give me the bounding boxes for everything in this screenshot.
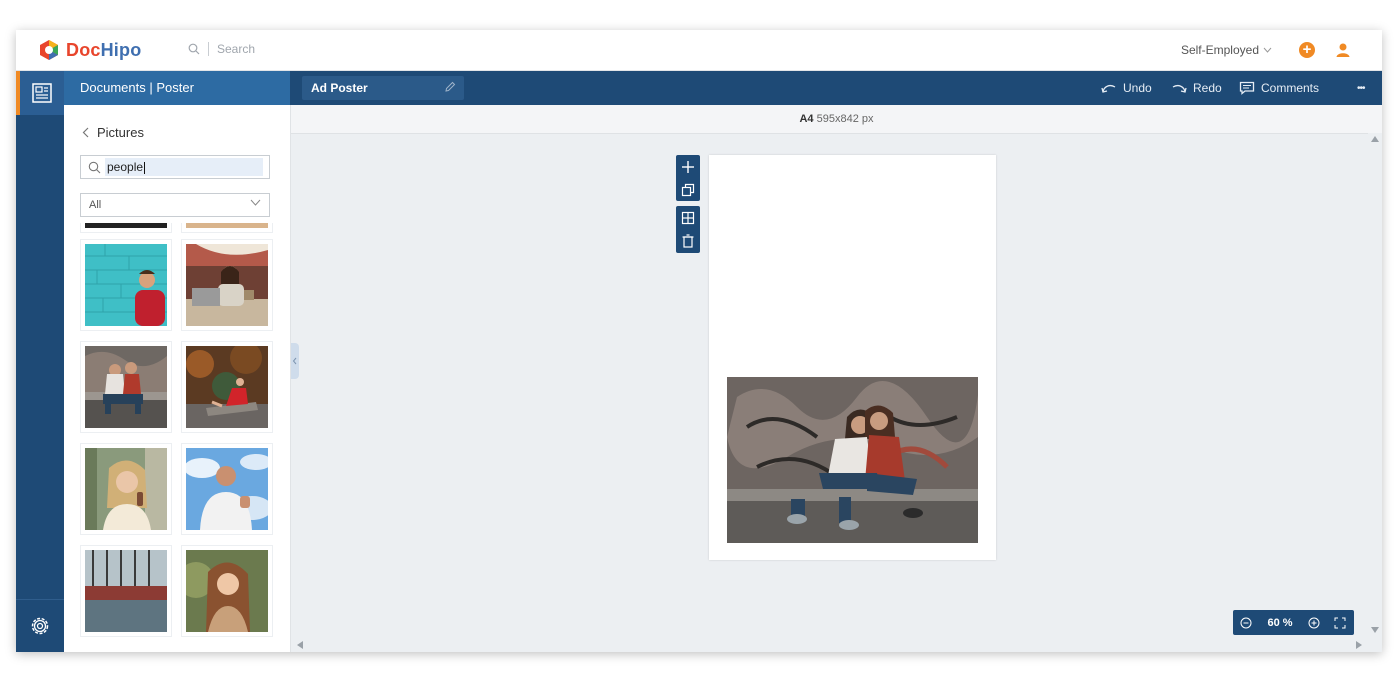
page-size-indicator: A4 595x842 px (291, 105, 1382, 134)
delete-page-icon[interactable] (681, 234, 695, 248)
more-options-button[interactable]: ••• (1357, 71, 1365, 105)
top-header: DocHipo Search Self-Employed + (16, 30, 1382, 71)
pictures-panel: Pictures people All (64, 105, 291, 652)
picture-thumbnail[interactable] (80, 341, 172, 433)
picture-results-grid (80, 223, 274, 643)
picture-search-box[interactable]: people (80, 155, 270, 179)
page-size-format: A4 (799, 113, 814, 125)
undo-icon (1101, 85, 1116, 93)
back-to-categories[interactable]: Pictures (82, 125, 144, 140)
category-filter-select[interactable]: All (80, 193, 270, 217)
scroll-left-icon[interactable] (297, 641, 303, 649)
gondolas-venice-image (85, 550, 167, 632)
comments-button[interactable]: Comments (1239, 71, 1319, 105)
document-title-field[interactable]: Ad Poster (302, 76, 464, 100)
logo-text: DocHipo (66, 39, 142, 60)
picture-thumbnail[interactable] (178, 545, 273, 637)
scroll-right-icon[interactable] (1356, 641, 1362, 649)
page-size-dimensions: 595x842 px (816, 113, 874, 125)
picture-thumbnail[interactable] (181, 239, 273, 331)
two-women-sitting-image (85, 346, 167, 428)
picture-thumbnail[interactable] (80, 443, 172, 535)
redo-icon (1172, 85, 1187, 93)
search-icon (88, 161, 101, 174)
add-page-icon[interactable] (681, 160, 695, 174)
woman-portrait-outdoor-image (178, 550, 268, 632)
smiling-blonde-woman-image (85, 448, 167, 530)
undo-button[interactable]: Undo (1101, 71, 1152, 105)
two-women-graffiti-photo[interactable] (727, 377, 978, 543)
redo-button[interactable]: Redo (1171, 71, 1222, 105)
woman-in-red-dress-image (186, 342, 268, 428)
panel-title: Pictures (97, 125, 144, 140)
account-switcher[interactable]: Self-Employed (1181, 43, 1272, 57)
picture-thumbnail[interactable] (181, 443, 273, 535)
rail-item-settings[interactable] (16, 599, 64, 652)
dochipo-logo[interactable]: DocHipo (38, 39, 141, 61)
dochipo-logo-icon (40, 40, 58, 60)
chevron-left-icon (82, 127, 89, 138)
scroll-down-icon[interactable] (1371, 627, 1379, 633)
poster-page[interactable] (709, 155, 996, 560)
user-profile-icon[interactable] (1334, 41, 1352, 59)
comments-label: Comments (1261, 81, 1320, 95)
woman-with-laptop-image (186, 244, 268, 326)
text-caret (144, 161, 146, 174)
horizontal-scrollbar[interactable] (291, 636, 1368, 652)
search-value: people (107, 160, 144, 174)
left-icon-rail (16, 71, 64, 652)
picture-thumbnail[interactable] (80, 545, 172, 637)
picture-thumbnail[interactable] (80, 239, 172, 331)
document-title: Ad Poster (311, 81, 368, 95)
filter-value: All (89, 199, 102, 211)
rail-item-documents[interactable] (16, 71, 64, 115)
zoom-in-icon[interactable] (1308, 617, 1320, 629)
vertical-scrollbar[interactable] (1368, 133, 1382, 636)
search-icon (188, 43, 200, 55)
scroll-up-icon[interactable] (1371, 136, 1379, 142)
dochipo-editor-window: DocHipo Search Self-Employed + Documents… (16, 30, 1382, 652)
duplicate-page-icon[interactable] (681, 183, 695, 197)
redo-label: Redo (1193, 81, 1222, 95)
grid-icon[interactable] (681, 211, 695, 225)
picture-search-input[interactable]: people (105, 158, 263, 176)
chevron-down-icon (1263, 47, 1272, 53)
picture-thumbnail[interactable] (181, 223, 273, 233)
undo-label: Undo (1123, 81, 1152, 95)
search-divider (208, 42, 209, 56)
gear-icon (31, 617, 49, 635)
picture-thumbnail[interactable] (80, 223, 172, 233)
collapse-panel-handle[interactable] (291, 343, 299, 379)
man-thumbs-up-image (184, 448, 272, 530)
zoom-controls: 60 % (1233, 610, 1354, 635)
picture-thumbnail[interactable] (181, 341, 273, 433)
pencil-icon[interactable] (444, 81, 456, 93)
search-placeholder[interactable]: Search (217, 42, 255, 56)
global-search[interactable]: Search (188, 42, 255, 56)
chevron-down-icon (250, 199, 261, 206)
chevron-left-icon (292, 357, 297, 365)
fullscreen-icon[interactable] (1334, 617, 1346, 629)
zoom-out-icon[interactable] (1240, 617, 1252, 629)
editor-toolbar: Ad Poster Undo Redo Comments ••• (290, 71, 1382, 105)
zoom-level[interactable]: 60 % (1267, 617, 1292, 629)
man-at-teal-wall-image (85, 244, 167, 326)
account-label: Self-Employed (1180, 43, 1259, 57)
comment-icon (1239, 81, 1255, 95)
create-new-button[interactable]: + (1299, 42, 1315, 58)
document-icon (32, 83, 52, 103)
page-actions-top (676, 155, 700, 201)
breadcrumb: Documents | Poster (64, 71, 290, 105)
page-actions-bottom (676, 206, 700, 253)
